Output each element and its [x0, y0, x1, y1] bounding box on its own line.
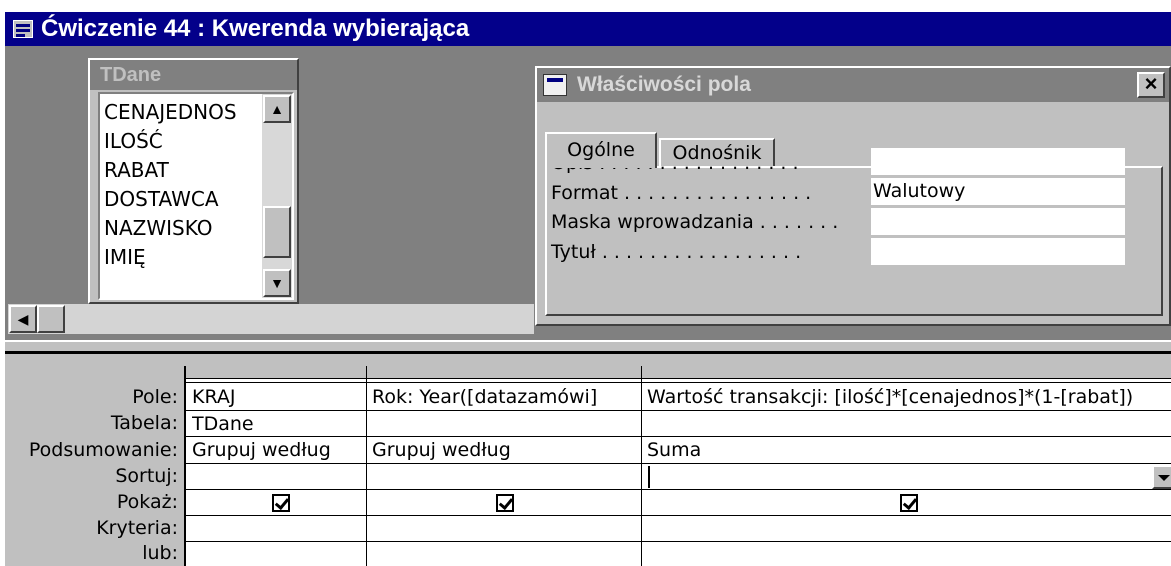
scroll-down-button[interactable]: ▼ [263, 269, 291, 297]
properties-title: Właściwości pola [577, 73, 751, 96]
row-label-podsumowanie: Podsumowanie: [28, 439, 178, 461]
window-titlebar[interactable]: Ćwiczenie 44 : Kwerenda wybierająca [5, 12, 1171, 46]
property-input-maska[interactable] [871, 208, 1125, 235]
close-button[interactable]: × [1137, 72, 1165, 98]
cell-pole-1[interactable]: KRAJ [192, 386, 362, 408]
column-selectors[interactable] [186, 366, 1171, 379]
properties-icon [543, 74, 567, 96]
field-list-window[interactable]: TDane CENAJEDNOS ILOŚĆ RABAT DOSTAWCA NA… [88, 58, 299, 304]
field-item[interactable]: IMIĘ [104, 245, 146, 269]
row-label-kryteria: Kryteria: [96, 517, 178, 539]
property-input-opis[interactable] [871, 148, 1125, 175]
property-label-tytul: Tytuł . . . . . . . . . . . . . . . . . [551, 241, 802, 263]
text-cursor [648, 466, 650, 488]
property-label-maska: Maska wprowadzania . . . . . . . [551, 211, 839, 233]
property-label-format: Format . . . . . . . . . . . . . . . . [551, 182, 812, 204]
show-checkbox-3[interactable] [900, 494, 918, 512]
scroll-thumb[interactable] [263, 206, 291, 258]
property-input-tytul[interactable] [871, 238, 1125, 265]
scroll-up-button[interactable]: ▲ [263, 95, 291, 123]
properties-titlebar[interactable]: Właściwości pola × [537, 68, 1169, 102]
cell-podsumowanie-3[interactable]: Suma [647, 439, 1171, 461]
field-item[interactable]: CENAJEDNOS [104, 100, 237, 124]
property-input-format[interactable]: Walutowy [871, 178, 1125, 205]
row-label-lub: lub: [142, 542, 178, 564]
row-label-pole: Pole: [132, 386, 178, 408]
field-item[interactable]: DOSTAWCA [104, 187, 219, 211]
table-pane-hscrollbar[interactable]: ◀ [8, 304, 534, 334]
row-label-sortuj: Sortuj: [115, 465, 178, 487]
cell-tabela-1[interactable]: TDane [192, 413, 362, 435]
field-item[interactable]: RABAT [104, 158, 169, 182]
row-label-pokaz: Pokaż: [116, 491, 178, 513]
row-label-tabela: Tabela: [110, 412, 178, 434]
field-list-title[interactable]: TDane [90, 60, 297, 90]
show-checkbox-2[interactable] [496, 494, 514, 512]
cell-pole-2[interactable]: Rok: Year([datazamówi] [372, 386, 637, 408]
tab-ogolne[interactable]: Ogólne [545, 132, 657, 168]
pane-splitter[interactable] [5, 340, 1171, 354]
scroll-left-button[interactable]: ◀ [9, 305, 37, 333]
show-checkbox-1[interactable] [272, 494, 290, 512]
field-list[interactable]: CENAJEDNOS ILOŚĆ RABAT DOSTAWCA NAZWISKO… [98, 92, 294, 300]
hscroll-thumb[interactable] [37, 305, 65, 333]
field-item[interactable]: ILOŚĆ [104, 129, 163, 153]
field-item[interactable]: NAZWISKO [104, 216, 212, 240]
close-icon: × [1144, 71, 1158, 96]
cell-podsumowanie-2[interactable]: Grupuj według [372, 439, 637, 461]
field-list-scrollbar[interactable]: ▲ ▼ [262, 94, 292, 298]
query-window-icon[interactable] [13, 20, 33, 38]
query-design-grid[interactable]: KRAJ TDane Grupuj według Rok: Year([data… [184, 366, 1171, 566]
window-title: Ćwiczenie 44 : Kwerenda wybierająca [41, 15, 470, 42]
field-properties-dialog[interactable]: Właściwości pola × Ogólne Odnośnik Opis … [535, 66, 1171, 326]
cell-pole-3[interactable]: Wartość transakcji: [ilość]*[cenajednos]… [647, 386, 1171, 408]
sort-dropdown-button[interactable] [1152, 465, 1171, 489]
cell-podsumowanie-1[interactable]: Grupuj według [192, 439, 362, 461]
